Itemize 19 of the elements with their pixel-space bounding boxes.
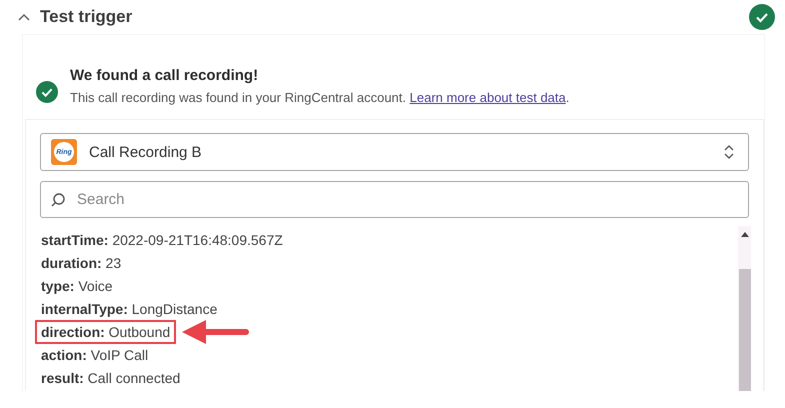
data-field: direction: Outbound	[35, 320, 176, 344]
search-field[interactable]: Search	[40, 181, 749, 218]
data-field: type: Voice	[35, 274, 119, 298]
message-title: We found a call recording!	[70, 67, 260, 84]
chevron-icon[interactable]	[18, 13, 30, 21]
data-field: startTime: 2022-09-21T16:48:09.567Z	[35, 228, 289, 252]
check-icon	[36, 81, 58, 103]
message-text: This call recording was found in your RingCentral account.	[70, 90, 406, 105]
arrow-icon	[180, 318, 250, 344]
learn-more-link[interactable]: Learn more about test data	[410, 90, 566, 105]
message-punctuation: .	[566, 90, 570, 105]
scrollbar[interactable]	[738, 226, 751, 391]
data-field: result: Call connected	[35, 366, 186, 390]
updown-icon	[724, 144, 734, 160]
data-field: action: VoIP Call	[35, 342, 154, 366]
scroll-up-icon[interactable]	[740, 232, 748, 237]
section-title: Test trigger	[40, 7, 134, 27]
data-field: internalType: LongDistance	[35, 296, 224, 320]
data-field: duration: 23	[35, 250, 128, 274]
